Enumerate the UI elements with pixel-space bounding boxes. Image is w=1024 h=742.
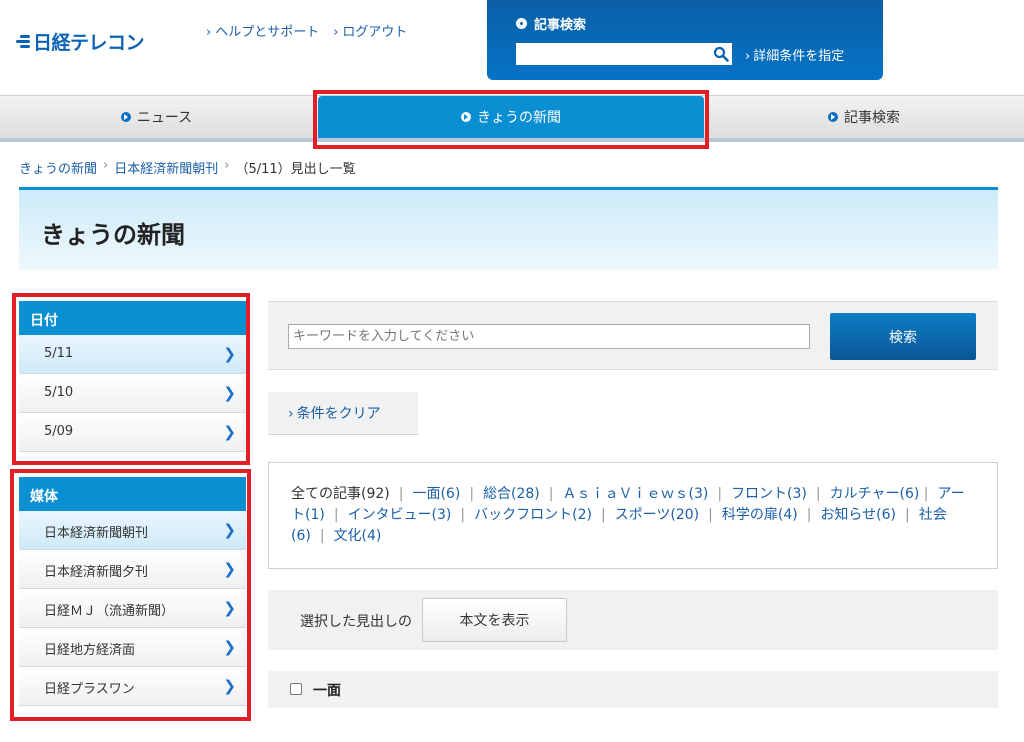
category-link[interactable]: 全ての記事(92) (291, 486, 390, 502)
quick-search-input[interactable] (516, 43, 732, 65)
keyword-input[interactable] (288, 324, 810, 349)
category-separator: | (806, 507, 812, 523)
category-link[interactable]: インタビュー(3) (348, 507, 452, 523)
category-filter-box: 全ての記事(92) | 一面(6) | 総合(28) | ＡｓｉａＶｉｅｗｓ(3) | フロント… (268, 462, 998, 569)
section-row: 一面 (268, 671, 998, 708)
category-separator: | (815, 486, 821, 502)
category-separator: | (905, 507, 910, 523)
logo-mark-icon (16, 34, 30, 50)
show-body-button[interactable]: 本文を表示 (422, 598, 567, 642)
category-separator: | (398, 486, 404, 502)
clear-conditions-button[interactable]: 条件をクリア (268, 392, 418, 435)
logo-text: 日経テレコン (33, 32, 145, 54)
highlight-box-nav (313, 90, 709, 149)
category-link[interactable]: カルチャー(6) (830, 486, 920, 502)
section-checkbox[interactable] (290, 683, 302, 695)
breadcrumb-todays-paper[interactable]: きょうの新聞 (19, 158, 97, 177)
selection-label: 選択した見出しの (300, 614, 412, 630)
section-label: 一面 (313, 683, 341, 699)
category-separator: | (333, 507, 339, 523)
category-link[interactable]: 総合(28) (483, 486, 540, 502)
category-link[interactable]: 科学の扉(4) (722, 507, 798, 523)
breadcrumb-separator: › (224, 158, 230, 173)
breadcrumb-separator: › (103, 158, 109, 173)
breadcrumb-current: （5/11）見出し一覧 (235, 162, 356, 177)
category-separator: | (708, 507, 713, 523)
category-separator: | (319, 528, 325, 544)
category-link[interactable]: バックフロント(2) (474, 507, 592, 523)
tab-article-search[interactable]: 記事検索 (704, 96, 1024, 138)
breadcrumb: きょうの新聞 › 日本経済新聞朝刊 › （5/11）見出し一覧 (19, 158, 356, 177)
page-banner: きょうの新聞 (19, 187, 998, 270)
top-links: ヘルプとサポート ログアウト (206, 21, 407, 40)
breadcrumb-nikkei-morning[interactable]: 日本経済新聞朝刊 (114, 158, 218, 177)
search-box-title: 記事検索 (516, 14, 586, 33)
category-link[interactable]: 一面(6) (412, 486, 460, 502)
category-link[interactable]: スポーツ(20) (615, 507, 699, 523)
category-link[interactable]: 文化(4) (334, 528, 382, 544)
category-separator: | (600, 507, 606, 523)
category-separator: | (923, 486, 929, 502)
category-link[interactable]: ＡｓｉａＶｉｅｗｓ(3) (563, 486, 709, 502)
arrow-circle-icon (120, 112, 131, 122)
detail-conditions-link[interactable]: 詳細条件を指定 (745, 45, 844, 64)
tab-news[interactable]: ニュース (0, 96, 313, 138)
highlight-box-media (10, 469, 251, 721)
category-separator: | (717, 486, 723, 502)
category-separator: | (460, 507, 466, 523)
search-button[interactable]: 検索 (830, 313, 976, 360)
help-support-link[interactable]: ヘルプとサポート (206, 21, 319, 40)
article-search-box: 記事検索 詳細条件を指定 (487, 0, 883, 80)
highlight-box-date (12, 293, 250, 465)
category-link[interactable]: フロント(3) (731, 486, 807, 502)
arrow-circle-icon (828, 112, 838, 122)
logout-link[interactable]: ログアウト (333, 21, 407, 40)
nikkei-telecom-logo[interactable]: 日経テレコン (16, 28, 145, 55)
category-separator: | (548, 486, 554, 502)
radio-icon[interactable] (516, 18, 527, 29)
category-link[interactable]: お知らせ(6) (820, 507, 896, 523)
search-icon[interactable] (713, 46, 729, 62)
keyword-search-panel: 検索 (268, 301, 998, 370)
page-title: きょうの新聞 (41, 221, 185, 249)
category-separator: | (469, 486, 475, 502)
selection-panel: 選択した見出しの 本文を表示 (268, 590, 998, 650)
